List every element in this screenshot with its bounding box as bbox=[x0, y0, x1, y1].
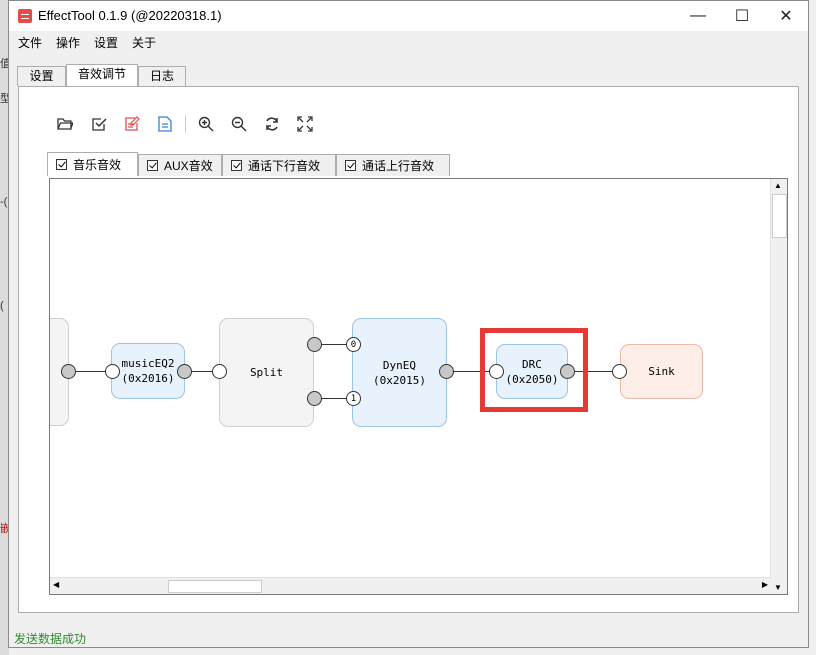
output-port[interactable] bbox=[61, 364, 76, 379]
tab-call-uplink-effect[interactable]: 通话上行音效 bbox=[336, 154, 450, 176]
menu-bar: 文件 操作 设置 关于 bbox=[9, 31, 808, 53]
input-port[interactable] bbox=[489, 364, 504, 379]
save-doc-icon[interactable] bbox=[154, 113, 176, 135]
horizontal-scroll-thumb[interactable] bbox=[168, 580, 262, 593]
menu-operate[interactable]: 操作 bbox=[56, 34, 80, 51]
node-dyneq[interactable]: DynEQ (0x2015) bbox=[352, 318, 447, 427]
effect-tuning-pane: 音乐音效 AUX音效 通话下行音效 通话上行音效 musicEQ2 (0x201… bbox=[18, 86, 799, 613]
menu-settings[interactable]: 设置 bbox=[94, 34, 118, 51]
scroll-up-arrow-icon[interactable]: ▲ bbox=[774, 181, 782, 190]
output-port[interactable] bbox=[307, 391, 322, 406]
tab-call-downlink-effect[interactable]: 通话下行音效 bbox=[222, 154, 336, 176]
input-port-0[interactable]: 0 bbox=[346, 337, 361, 352]
tab-label: AUX音效 bbox=[164, 159, 213, 173]
node-title: musicEQ2 bbox=[121, 357, 175, 370]
node-sink[interactable]: Sink bbox=[620, 344, 703, 399]
title-bar[interactable]: EffectTool 0.1.9 (@20220318.1) — ☐ ✕ bbox=[9, 1, 808, 31]
toolbar-separator bbox=[185, 115, 186, 133]
node-musiceq2[interactable]: musicEQ2 (0x2016) bbox=[111, 343, 185, 399]
input-port[interactable] bbox=[612, 364, 627, 379]
node-split[interactable]: Split bbox=[219, 318, 314, 427]
fit-icon[interactable] bbox=[294, 113, 316, 135]
output-port[interactable] bbox=[307, 337, 322, 352]
enable-checkbox[interactable] bbox=[231, 160, 242, 171]
horizontal-scrollbar[interactable]: ◀ ▶ bbox=[50, 577, 771, 594]
node-title: DynEQ bbox=[382, 358, 417, 372]
zoom-in-icon[interactable] bbox=[195, 113, 217, 135]
zoom-out-icon[interactable] bbox=[228, 113, 250, 135]
output-port[interactable] bbox=[560, 364, 575, 379]
status-text: 发送数据成功 bbox=[14, 632, 87, 646]
enable-checkbox[interactable] bbox=[345, 160, 356, 171]
open-folder-icon[interactable] bbox=[54, 113, 76, 135]
tab-aux-effect[interactable]: AUX音效 bbox=[138, 154, 222, 176]
input-port-1[interactable]: 1 bbox=[346, 391, 361, 406]
check-icon[interactable] bbox=[88, 113, 110, 135]
app-icon bbox=[18, 9, 32, 23]
tab-label: 音乐音效 bbox=[73, 158, 122, 172]
output-port[interactable] bbox=[439, 364, 454, 379]
close-button[interactable]: ✕ bbox=[764, 1, 808, 31]
scroll-left-arrow-icon[interactable]: ◀ bbox=[53, 580, 59, 589]
input-port[interactable] bbox=[212, 364, 227, 379]
tab-log[interactable]: 日志 bbox=[138, 66, 186, 86]
refresh-icon[interactable] bbox=[261, 113, 283, 135]
vertical-scrollbar[interactable]: ▲ ▼ bbox=[770, 179, 787, 594]
effect-graph-canvas[interactable]: musicEQ2 (0x2016) Split DynEQ (0x2015) DRC… bbox=[49, 178, 788, 595]
output-port[interactable] bbox=[177, 364, 192, 379]
tab-settings[interactable]: 设置 bbox=[17, 66, 66, 86]
tab-effect-tuning[interactable]: 音效调节 bbox=[66, 64, 138, 86]
node-title: Split bbox=[249, 366, 284, 379]
enable-checkbox[interactable] bbox=[56, 159, 67, 170]
effecttool-window: EffectTool 0.1.9 (@20220318.1) — ☐ ✕ 文件 … bbox=[8, 0, 809, 648]
menu-file[interactable]: 文件 bbox=[18, 34, 42, 51]
scroll-down-arrow-icon[interactable]: ▼ bbox=[774, 583, 782, 592]
node-title: Sink bbox=[648, 365, 675, 378]
minimize-button[interactable]: — bbox=[676, 1, 720, 31]
window-title: EffectTool 0.1.9 (@20220318.1) bbox=[38, 8, 222, 23]
tab-music-effect[interactable]: 音乐音效 bbox=[47, 152, 138, 176]
scroll-right-arrow-icon[interactable]: ▶ bbox=[762, 580, 768, 589]
node-address: (0x2016) bbox=[121, 372, 175, 385]
tab-label: 通话下行音效 bbox=[248, 159, 321, 173]
node-address: (0x2015) bbox=[373, 373, 426, 387]
vertical-scroll-thumb[interactable] bbox=[772, 194, 787, 238]
input-port[interactable] bbox=[105, 364, 120, 379]
tab-label: 通话上行音效 bbox=[362, 159, 435, 173]
maximize-button[interactable]: ☐ bbox=[720, 1, 764, 31]
menu-about[interactable]: 关于 bbox=[132, 34, 156, 51]
edit-icon[interactable] bbox=[121, 113, 143, 135]
enable-checkbox[interactable] bbox=[147, 160, 158, 171]
